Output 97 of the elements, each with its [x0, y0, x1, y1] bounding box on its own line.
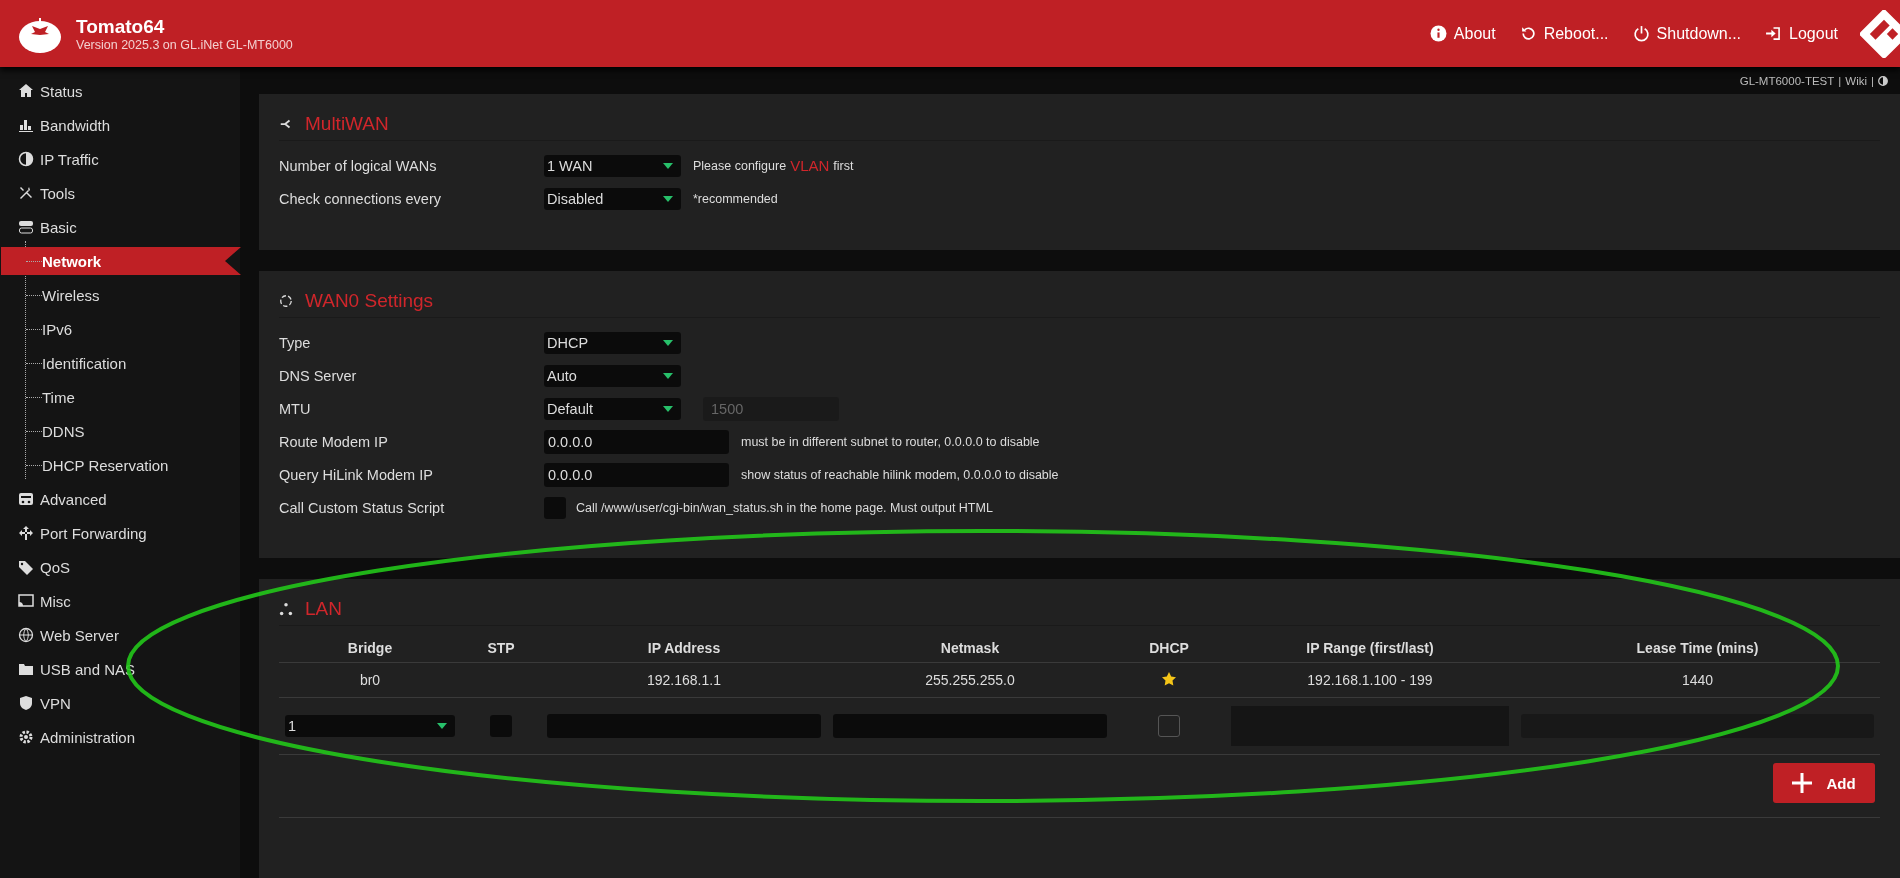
checkbox[interactable] [1158, 715, 1180, 737]
version-text: Version 2025.3 on GL.iNet GL-MT6000 [76, 37, 293, 52]
column-header: IP Address [541, 634, 827, 663]
field-label: Type [279, 334, 312, 351]
sidebar-subitem[interactable]: Wireless [26, 281, 240, 309]
hint-text: *recommended [693, 191, 778, 206]
field-label: Route Modem IP [279, 433, 389, 450]
hint-text: show status of reachable hilink modem, 0.0.0.0 to disable [741, 467, 1059, 482]
sidebar-item[interactable]: Web Server [0, 621, 240, 649]
caret-icon [663, 405, 673, 412]
table-cell: 192.168.1.100 - 199 [1225, 662, 1515, 698]
hint-text: must be in different subnet to router, 0.0.0.0 to disable [741, 434, 1040, 449]
dropdown[interactable]: Disabled [544, 187, 681, 210]
field-label: Number of logical WANs [279, 157, 438, 174]
sidebar-item[interactable]: QoS [0, 553, 240, 581]
sidebar-item[interactable]: Advanced [0, 485, 240, 513]
info-icon [1429, 25, 1447, 42]
column-header: Lease Time (mins) [1515, 634, 1880, 663]
hint-text: Please configure [693, 158, 787, 173]
field-label: Query HiLink Modem IP [279, 466, 434, 483]
bar-chart-icon [18, 117, 34, 133]
input-field[interactable]: 0.0.0.0 [544, 429, 729, 454]
field-label: MTU [279, 400, 312, 417]
dropdown[interactable]: 1 [285, 715, 455, 737]
table-cell: br0 [279, 662, 461, 698]
router-icon [18, 491, 34, 507]
sidebar-item[interactable]: Bandwidth [0, 111, 240, 139]
separator-text: | [1838, 74, 1842, 87]
section-title: WAN0 Settings [305, 290, 434, 312]
sidebar-item[interactable]: IP Traffic [0, 145, 240, 173]
arrows-icon [18, 525, 34, 541]
sidebar-item[interactable]: VPN [0, 689, 240, 717]
input-field[interactable] [1521, 714, 1874, 738]
hint-text: Call /www/user/cgi-bin/wan_status.sh in the home page. Must output HTML [576, 500, 993, 515]
caret-icon [663, 372, 673, 379]
sidebar-subitem[interactable]: Network [1, 247, 241, 275]
sidebar-item[interactable]: Status [0, 77, 240, 105]
header-link[interactable]: Shutdown... [1632, 24, 1742, 43]
reload-icon [1519, 25, 1537, 42]
section-title: LAN [305, 598, 342, 620]
caret-icon [663, 162, 673, 169]
split-icon [279, 117, 293, 131]
sidebar-item[interactable]: Port Forwarding [0, 519, 240, 547]
column-header: Bridge [279, 634, 461, 663]
globe-icon [18, 627, 34, 643]
add-button[interactable]: Add [1773, 763, 1875, 803]
wiki-link[interactable]: Wiki [1845, 74, 1867, 87]
column-header: STP [461, 634, 541, 663]
ring-icon [279, 294, 293, 308]
tag-icon [18, 559, 34, 575]
header-link[interactable]: Logout [1765, 24, 1838, 43]
power-icon [1632, 25, 1650, 42]
plus-icon [1792, 773, 1813, 793]
sidebar-item[interactable]: Basic [0, 213, 240, 241]
shield-icon [18, 695, 34, 711]
table-cell: 192.168.1.1 [541, 662, 827, 698]
house-icon [18, 83, 34, 99]
settings-icon [18, 729, 34, 745]
column-header: Netmask [827, 634, 1113, 663]
cast-icon [18, 593, 34, 609]
column-header: IP Range (first/last) [1225, 634, 1515, 663]
sidebar-item[interactable]: Tools [0, 179, 240, 207]
dropdown[interactable]: Default [544, 397, 681, 420]
table-cell: 255.255.255.0 [827, 662, 1113, 698]
tools-icon [18, 185, 34, 201]
table-cell: 1440 [1515, 662, 1880, 698]
sidebar-subitem[interactable]: Identification [26, 349, 240, 377]
separator-text: | [1871, 74, 1874, 87]
contrast-icon[interactable] [1878, 75, 1888, 86]
caret-icon [437, 723, 447, 729]
field-label: DNS Server [279, 367, 358, 384]
input-field[interactable]: 0.0.0.0 [544, 462, 729, 487]
server-icon [18, 219, 34, 235]
sidebar-item[interactable]: Administration [0, 723, 240, 751]
dropdown[interactable]: 1 WAN [544, 154, 681, 177]
app-title: Tomato64 [76, 15, 166, 38]
dropdown[interactable]: DHCP [544, 331, 681, 354]
sidebar-subitem[interactable]: IPv6 [26, 315, 240, 343]
caret-icon [663, 195, 673, 202]
pie-icon [18, 151, 34, 167]
sidebar-subitem[interactable]: DHCP Reservation [26, 451, 240, 479]
dropdown[interactable]: Auto [544, 364, 681, 387]
folder-icon [18, 661, 34, 677]
column-header: DHCP [1113, 634, 1225, 663]
login-icon [1765, 25, 1783, 42]
sidebar-subitem[interactable]: Time [26, 383, 240, 411]
section-title: MultiWAN [305, 113, 389, 135]
sidebar-item[interactable]: Misc [0, 587, 240, 615]
field-label: Check connections every [279, 190, 442, 207]
header-link[interactable]: About [1429, 24, 1496, 43]
field-label: Call Custom Status Script [279, 499, 446, 516]
header-link[interactable]: Reboot... [1519, 24, 1609, 43]
network-icon [279, 602, 293, 616]
hostname-text: GL-MT6000-TEST [1739, 74, 1835, 87]
sidebar-subitem[interactable]: DDNS [26, 417, 240, 445]
hint-text: first [833, 158, 854, 173]
caret-icon [663, 339, 673, 346]
